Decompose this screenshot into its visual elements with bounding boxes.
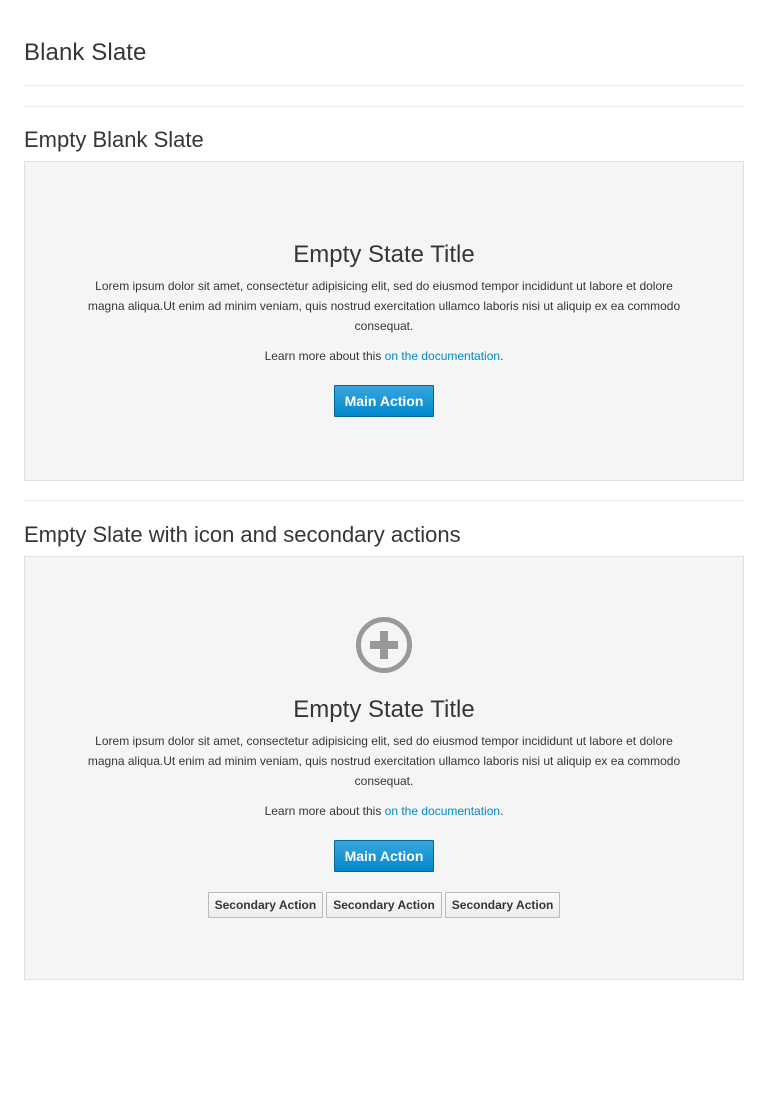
section-heading-icon-secondary: Empty Slate with icon and secondary acti…	[24, 522, 461, 547]
empty-state-description: Lorem ipsum dolor sit amet, consectetur …	[87, 279, 681, 333]
section-divider	[24, 500, 744, 501]
help-suffix: .	[500, 804, 504, 818]
secondary-actions: Secondary Action Secondary Action Second…	[25, 892, 743, 918]
secondary-action-button[interactable]: Secondary Action	[444, 892, 561, 918]
help-text: Learn more about this	[264, 349, 385, 363]
empty-state-help: Learn more about this on the documentati…	[25, 346, 743, 366]
help-suffix: .	[500, 349, 504, 363]
blank-slate-empty: Empty State Title Lorem ipsum dolor sit …	[24, 161, 744, 481]
plus-circle-icon	[356, 617, 412, 673]
secondary-action-button[interactable]: Secondary Action	[207, 892, 324, 918]
documentation-link[interactable]: on the documentation	[385, 349, 500, 363]
section-divider	[24, 106, 744, 107]
section-heading-empty-blank-slate: Empty Blank Slate	[24, 127, 204, 152]
blank-slate-icon-secondary: Empty State Title Lorem ipsum dolor sit …	[24, 556, 744, 980]
title-divider	[24, 85, 744, 86]
secondary-action-button[interactable]: Secondary Action	[326, 892, 442, 918]
page-title: Blank Slate	[24, 39, 147, 66]
empty-state-title: Empty State Title	[293, 241, 475, 268]
empty-state-description: Lorem ipsum dolor sit amet, consectetur …	[87, 734, 681, 788]
main-action-button[interactable]: Main Action	[333, 385, 435, 417]
empty-state-help: Learn more about this on the documentati…	[25, 801, 743, 821]
documentation-link[interactable]: on the documentation	[385, 804, 500, 818]
empty-state-title: Empty State Title	[293, 696, 475, 723]
help-text: Learn more about this	[264, 804, 385, 818]
main-action-button[interactable]: Main Action	[333, 840, 435, 872]
